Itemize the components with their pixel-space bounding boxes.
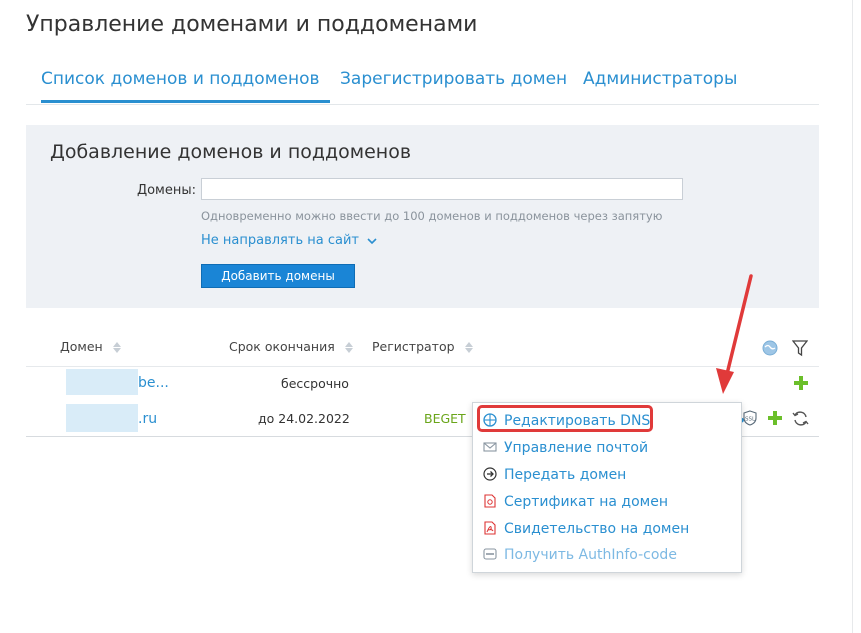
pdf-document-icon [484, 521, 496, 535]
domain-link[interactable]: .ru [138, 411, 157, 427]
domains-input[interactable] [201, 178, 683, 200]
registrar-cell: BEGET [424, 411, 466, 426]
menu-item-label: Управление почтой [504, 440, 649, 456]
annotation-arrow-icon [716, 274, 753, 394]
menu-item-authinfo[interactable]: Получить AuthInfo-code [483, 544, 677, 566]
chevron-down-icon [367, 237, 377, 244]
tab-domain-list[interactable]: Список доменов и поддоменов [41, 62, 330, 103]
panel-title: Добавление доменов и поддоменов [50, 141, 412, 163]
redacted-domain [66, 404, 138, 432]
menu-item-label: Сертификат на домен [504, 494, 668, 510]
mail-icon [483, 442, 497, 452]
menu-item-label: Передать домен [504, 467, 627, 483]
menu-item-transfer[interactable]: Передать домен [483, 464, 626, 486]
column-header-domain-label: Домен [60, 339, 103, 354]
sort-icon [112, 342, 122, 353]
tab-register-domain[interactable]: Зарегистрировать домен [340, 62, 567, 100]
tab-domain-list-label: Список доменов и поддоменов [41, 69, 320, 89]
ssl-shield-icon[interactable]: SSL [742, 410, 758, 426]
domains-label: Домены: [136, 183, 196, 198]
transfer-arrow-icon [483, 467, 497, 481]
domains-hint: Одновременно можно ввести до 100 доменов… [201, 209, 663, 223]
expiry-cell: до 24.02.2022 [258, 411, 350, 426]
add-subdomain-icon[interactable] [768, 411, 782, 425]
tab-register-domain-label: Зарегистрировать домен [340, 69, 568, 89]
redacted-domain [66, 369, 138, 395]
domain-link[interactable]: be... [138, 375, 169, 391]
menu-item-label: Свидетельство на домен [504, 521, 690, 537]
sort-icon [344, 342, 354, 353]
add-domains-panel: Добавление доменов и поддоменов Домены: … [26, 125, 819, 308]
menu-item-certificate[interactable]: Сертификат на домен [483, 491, 668, 513]
tab-administrators-label: Администраторы [583, 69, 738, 89]
column-header-registrar-label: Регистратор [372, 339, 455, 354]
pdf-certificate-icon [484, 494, 496, 508]
expiry-cell: бессрочно [281, 376, 349, 391]
refresh-icon[interactable] [792, 410, 809, 427]
tabs-bar: Список доменов и поддоменов Зарегистриро… [26, 62, 819, 105]
menu-item-mail[interactable]: Управление почтой [483, 437, 648, 459]
sort-icon [464, 342, 474, 353]
page-edge-divider [852, 0, 853, 633]
menu-item-label: Получить AuthInfo-code [504, 547, 677, 563]
column-header-domain[interactable]: Домен [60, 339, 122, 354]
column-header-expiry-label: Срок окончания [229, 339, 335, 354]
redirect-label: Не направлять на сайт [201, 233, 359, 248]
add-domains-button[interactable]: Добавить домены [201, 264, 355, 288]
auth-icon [483, 548, 497, 560]
add-subdomain-icon[interactable] [794, 376, 808, 390]
column-header-expiry[interactable]: Срок окончания [229, 339, 354, 354]
redirect-dropdown[interactable]: Не направлять на сайт [201, 233, 377, 248]
annotation-highlight [477, 405, 653, 432]
page-title: Управление доменами и поддоменами [26, 12, 478, 37]
menu-item-registration-doc[interactable]: Свидетельство на домен [483, 518, 689, 540]
globe-icon[interactable] [762, 340, 778, 356]
ssl-badge-text: SSL [745, 417, 756, 423]
column-header-registrar[interactable]: Регистратор [372, 339, 474, 354]
filter-icon[interactable] [792, 339, 808, 357]
tab-administrators[interactable]: Администраторы [583, 62, 737, 100]
